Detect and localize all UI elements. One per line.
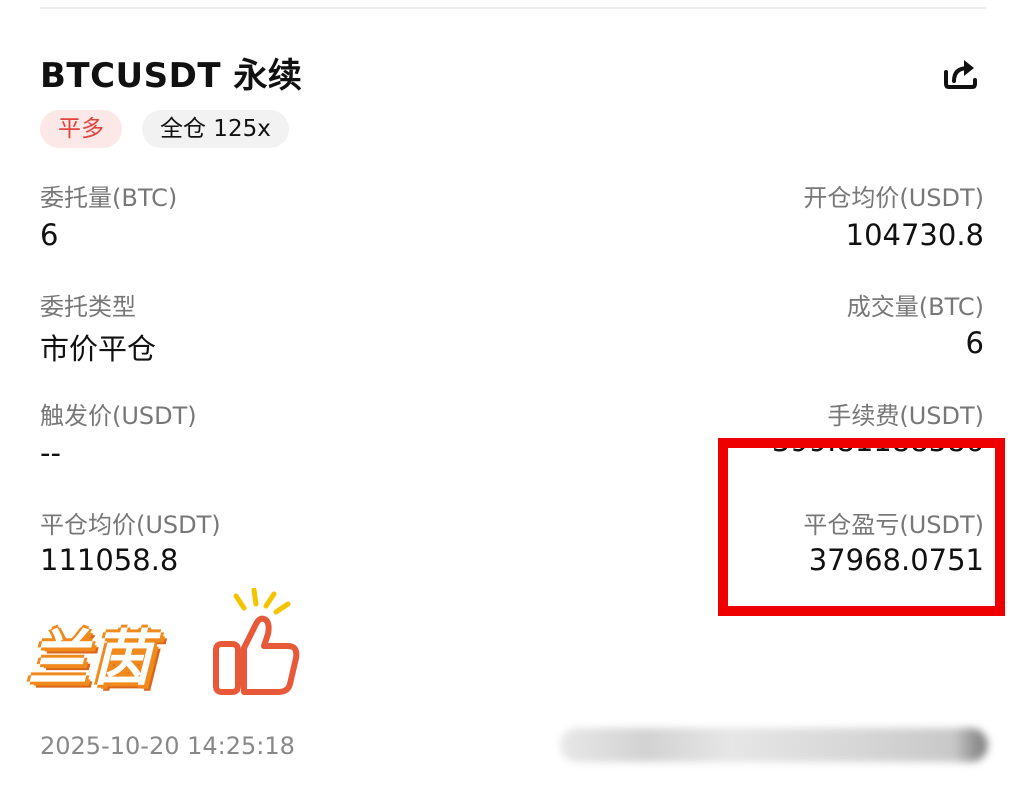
trigger-price-value: -- [40,436,61,470]
filled-qty-value: 6 [965,326,984,360]
filled-qty-label: 成交量(BTC) [846,293,984,321]
thumbs-up-icon [213,588,300,695]
fee-value-clip: 399.81188586 [684,438,984,466]
trigger-price-label: 触发价(USDT) [40,402,197,430]
fee-value: 399.81188586 [771,438,984,458]
order-qty-value: 6 [40,218,59,252]
realized-pnl-label: 平仓盈亏(USDT) [803,511,984,539]
close-avg-price-value: 111058.8 [40,543,179,577]
fee-label: 手续费(USDT) [827,402,984,430]
top-divider [40,7,986,9]
side-badge: 平多 [40,110,122,148]
timestamp: 2025-10-20 14:25:18 [40,732,295,760]
open-avg-price-value: 104730.8 [845,218,984,252]
close-avg-price-label: 平仓均价(USDT) [40,511,221,539]
order-qty-label: 委托量(BTC) [40,184,178,212]
sticker-text: 兰茵 [28,624,156,694]
open-avg-price-label: 开仓均价(USDT) [803,184,984,212]
page-title: BTCUSDT 永续 [40,56,303,96]
margin-mode-badge: 全仓 125x [142,110,289,148]
order-type-label: 委托类型 [40,293,136,321]
order-type-value: 市价平仓 [40,332,157,366]
realized-pnl-value: 37968.0751 [808,543,984,577]
share-icon[interactable] [942,54,980,92]
blurred-watermark [560,728,988,762]
sticker: 兰茵 [10,588,300,706]
